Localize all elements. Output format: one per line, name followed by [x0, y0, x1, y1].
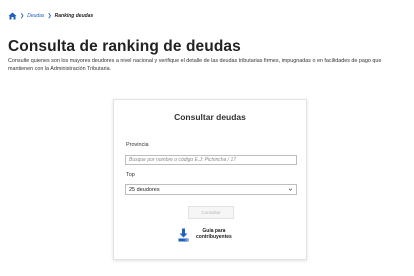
- breadcrumb-separator-icon: ❯: [20, 13, 25, 19]
- provincia-input[interactable]: [125, 155, 297, 165]
- breadcrumb-separator-icon: ❯: [47, 13, 52, 19]
- card-title: Consultar deudas: [174, 112, 246, 122]
- breadcrumb-link-deudas[interactable]: Deudas: [27, 13, 44, 19]
- guide-label-line2: contribuyentes: [196, 234, 232, 240]
- guide-link[interactable]: Guía para contribuyentes: [178, 228, 232, 242]
- guide-label: Guía para contribuyentes: [196, 229, 232, 240]
- download-icon: [178, 228, 189, 242]
- top-label: Top: [126, 172, 135, 178]
- home-icon[interactable]: [8, 12, 17, 20]
- top-select-value: 25 deudores: [129, 186, 160, 193]
- page-title: Consulta de ranking de deudas: [8, 38, 241, 55]
- provincia-label: Provincia: [126, 142, 149, 148]
- chevron-down-icon: [288, 188, 293, 191]
- consult-form-card: Consultar deudas Provincia Top 25 deudor…: [113, 99, 307, 260]
- top-select[interactable]: 25 deudores: [125, 184, 297, 195]
- page-description: Consulte quienes son los mayores deudore…: [8, 58, 382, 72]
- breadcrumb-current: Ranking deudas: [54, 13, 94, 19]
- consultar-button[interactable]: Consultar: [188, 206, 234, 219]
- breadcrumb: ❯ Deudas ❯ Ranking deudas: [8, 12, 93, 20]
